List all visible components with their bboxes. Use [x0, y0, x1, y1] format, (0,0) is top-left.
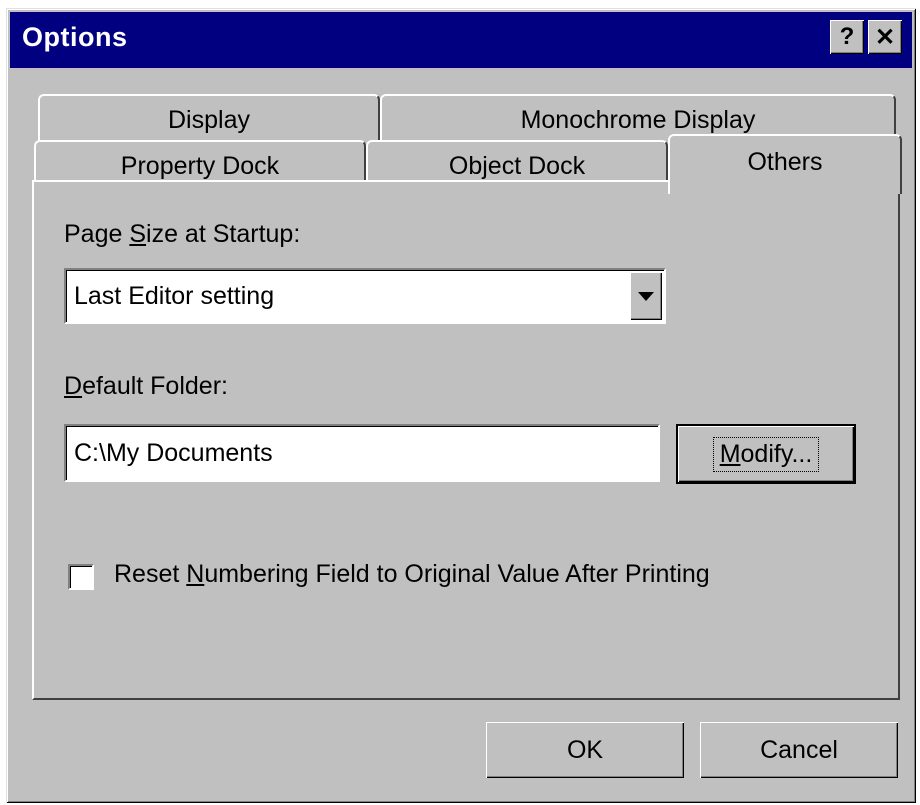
title-bar: Options ? ✕ — [10, 12, 912, 68]
cancel-button-label: Cancel — [760, 735, 838, 764]
tab-property-dock-label: Property Dock — [120, 152, 280, 180]
page-size-dropdown-button[interactable] — [630, 272, 662, 320]
close-button[interactable]: ✕ — [868, 20, 902, 54]
default-folder-value: C:\My Documents — [74, 438, 273, 467]
tab-others[interactable]: Others — [668, 134, 902, 194]
help-button[interactable]: ? — [830, 20, 864, 54]
chevron-down-icon — [638, 291, 654, 301]
default-folder-field[interactable]: C:\My Documents — [64, 424, 660, 482]
tab-display-label: Display — [168, 106, 250, 134]
window-title: Options — [22, 22, 128, 52]
tab-others-label: Others — [747, 148, 823, 176]
modify-button[interactable]: Modify... — [676, 424, 856, 484]
others-panel: Page Size at Startup: Last Editor settin… — [32, 180, 900, 700]
close-icon: ✕ — [874, 23, 896, 51]
cancel-button[interactable]: Cancel — [700, 722, 898, 778]
help-icon: ? — [839, 23, 855, 50]
page-size-select[interactable]: Last Editor setting — [64, 268, 666, 324]
tab-display[interactable]: Display — [38, 94, 380, 144]
modify-button-label: Modify... — [712, 436, 820, 472]
tab-monochrome-display-label: Monochrome Display — [520, 106, 756, 134]
reset-numbering-label: Reset Numbering Field to Original Value … — [114, 560, 710, 588]
reset-numbering-checkbox[interactable] — [68, 564, 94, 590]
ok-button[interactable]: OK — [486, 722, 684, 778]
ok-button-label: OK — [566, 735, 604, 764]
page-size-label: Page Size at Startup: — [64, 220, 301, 248]
page-size-value: Last Editor setting — [74, 281, 275, 310]
tab-object-dock-label: Object Dock — [448, 152, 586, 180]
default-folder-label: Default Folder: — [64, 372, 228, 400]
